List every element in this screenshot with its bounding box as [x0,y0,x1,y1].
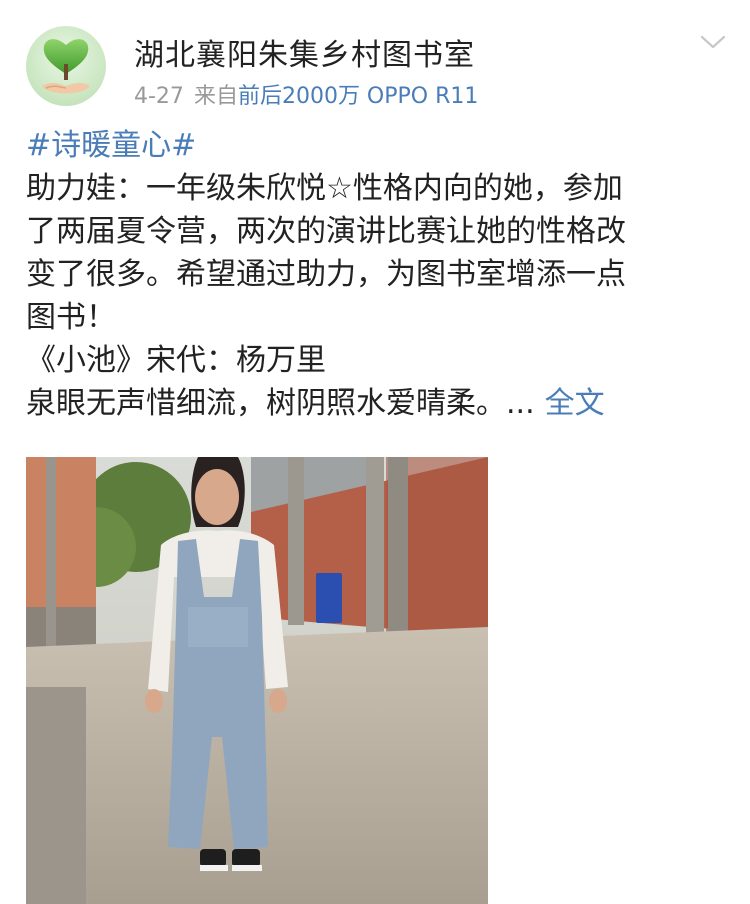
post-header: 湖北襄阳朱集乡村图书室 4-27 来自前后2000万 OPPO R11 [0,0,750,120]
chevron-down-icon[interactable] [700,32,726,52]
topic-hashtag[interactable]: #诗暖童心# [26,128,196,163]
poem-excerpt-line: 泉眼无声惜细流，树阴照水爱晴柔。... 全文 [26,382,726,425]
poem-title: 《小池》宋代：杨万里 [26,343,326,378]
author-name[interactable]: 湖北襄阳朱集乡村图书室 [134,30,475,74]
poem-first-line: 泉眼无声惜细流，树阴照水爱晴柔。... [26,386,535,421]
post-body: #诗暖童心# 助力娃：一年级朱欣悦☆性格内向的她，参加 了两届夏令营，两次的演讲… [26,124,726,425]
post-date: 4-27 [134,84,184,109]
post-text-line: 助力娃：一年级朱欣悦☆性格内向的她，参加 [26,171,623,206]
photo-girl-in-overalls [26,457,488,904]
post-text-line: 了两届夏令营，两次的演讲比赛让她的性格改 [26,214,626,249]
post-meta: 4-27 来自前后2000万 OPPO R11 [134,78,478,110]
read-more-link[interactable]: 全文 [545,386,605,421]
source-device-link[interactable]: 前后2000万 OPPO R11 [238,84,478,109]
avatar[interactable] [26,26,106,106]
post-photo[interactable] [26,457,488,904]
heart-tree-icon [42,39,90,94]
source-prefix: 来自 [193,84,238,109]
post-text-line: 图书！ [26,300,116,335]
post-text-line: 变了很多。希望通过助力，为图书室增添一点 [26,257,626,292]
